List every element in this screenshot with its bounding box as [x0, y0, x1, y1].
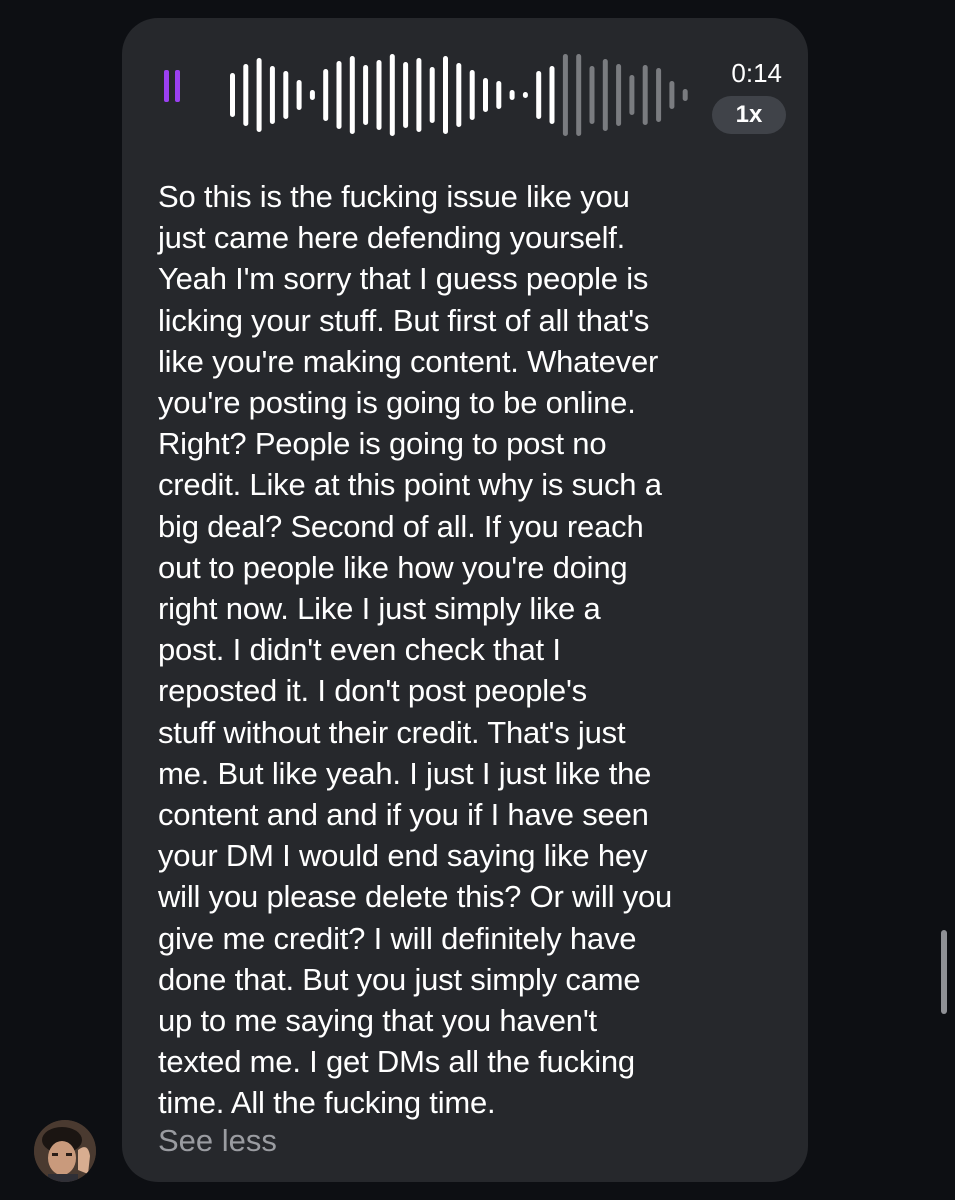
transcript-line: just came here defending yourself.	[158, 220, 626, 256]
waveform-bar	[429, 67, 435, 123]
transcript-line: me. But like yeah. I just I just like th…	[158, 755, 652, 791]
waveform-bar	[243, 64, 249, 126]
waveform-bar	[349, 56, 355, 134]
playback-speed-button[interactable]: 1x	[712, 96, 786, 134]
transcript-line: will you please delete this? Or will you	[158, 879, 673, 915]
waveform-bar	[682, 89, 688, 101]
voice-message-bubble: 0:14 1x So this is the fucking issue lik…	[122, 18, 808, 1182]
waveform-bar	[336, 61, 342, 129]
waveform-bar	[483, 78, 488, 112]
transcript-line: content and and if you if I have seen	[158, 797, 649, 833]
waveform-bar	[656, 68, 662, 122]
waveform-bar	[642, 65, 648, 125]
waveform-bar	[403, 62, 409, 128]
waveform-bar	[536, 71, 542, 119]
transcript-line: up to me saying that you haven't	[158, 1003, 597, 1039]
transcript-line: big deal? Second of all. If you reach	[158, 508, 644, 544]
transcript-line: stuff without their credit. That's just	[158, 714, 626, 750]
scrollbar-thumb[interactable]	[941, 930, 947, 1014]
waveform-bar	[549, 66, 555, 124]
transcript-line: Right? People is going to post no	[158, 426, 607, 462]
waveform-bar	[269, 66, 275, 124]
waveform-bar	[576, 54, 582, 136]
avatar-icon[interactable]	[34, 1120, 96, 1182]
transcript-line: out to people like how you're doing	[158, 549, 628, 585]
transcript-line: done that. But you just simply came	[158, 961, 641, 997]
waveform-bar	[509, 90, 515, 100]
transcript-line: licking your stuff. But first of all tha…	[158, 302, 650, 338]
transcript-line: time. All the fucking time.	[158, 1085, 496, 1121]
waveform-bar	[309, 90, 315, 100]
transcript-text: So this is the fucking issue like you jus…	[158, 176, 798, 1124]
waveform-bar	[562, 54, 568, 136]
pause-icon[interactable]	[164, 70, 180, 102]
waveform-bar	[469, 70, 475, 120]
waveform-bar	[376, 60, 382, 130]
transcript-line: you're posting is going to be online.	[158, 385, 636, 421]
transcript-line: reposted it. I don't post people's	[158, 673, 587, 709]
see-less-button[interactable]: See less	[158, 1123, 277, 1159]
transcript-line: credit. Like at this point why is such a	[158, 467, 662, 503]
transcript-line: post. I didn't even check that I	[158, 632, 561, 668]
waveform-bar	[416, 58, 422, 132]
waveform-bar	[389, 54, 395, 136]
transcript-line: texted me. I get DMs all the fucking	[158, 1044, 635, 1080]
waveform-bar	[629, 75, 635, 115]
transcript-line: like you're making content. Whatever	[158, 343, 659, 379]
duration-label: 0:14	[731, 58, 782, 88]
transcript-line: right now. Like I just simply like a	[158, 591, 601, 627]
transcript-line: Yeah I'm sorry that I guess people is	[158, 261, 649, 297]
waveform-bar	[496, 81, 502, 109]
waveform-bar	[363, 65, 369, 125]
waveform-bar	[283, 71, 289, 119]
waveform-bar	[669, 81, 675, 109]
waveform-bar	[256, 58, 262, 132]
waveform-bar	[522, 92, 528, 98]
waveform-bar	[296, 80, 302, 110]
waveform-bar	[589, 66, 595, 124]
waveform-bar	[456, 63, 462, 127]
transcript-line: give me credit? I will definitely have	[158, 920, 637, 956]
waveform-icon[interactable]	[228, 54, 698, 136]
waveform-bar	[602, 59, 608, 131]
waveform-bar	[323, 69, 329, 121]
transcript-line: So this is the fucking issue like you	[158, 179, 630, 214]
transcript-line: your DM I would end saying like hey	[158, 838, 648, 874]
waveform-bar	[443, 56, 448, 134]
waveform-bar	[230, 73, 235, 117]
waveform-bar	[616, 64, 622, 126]
